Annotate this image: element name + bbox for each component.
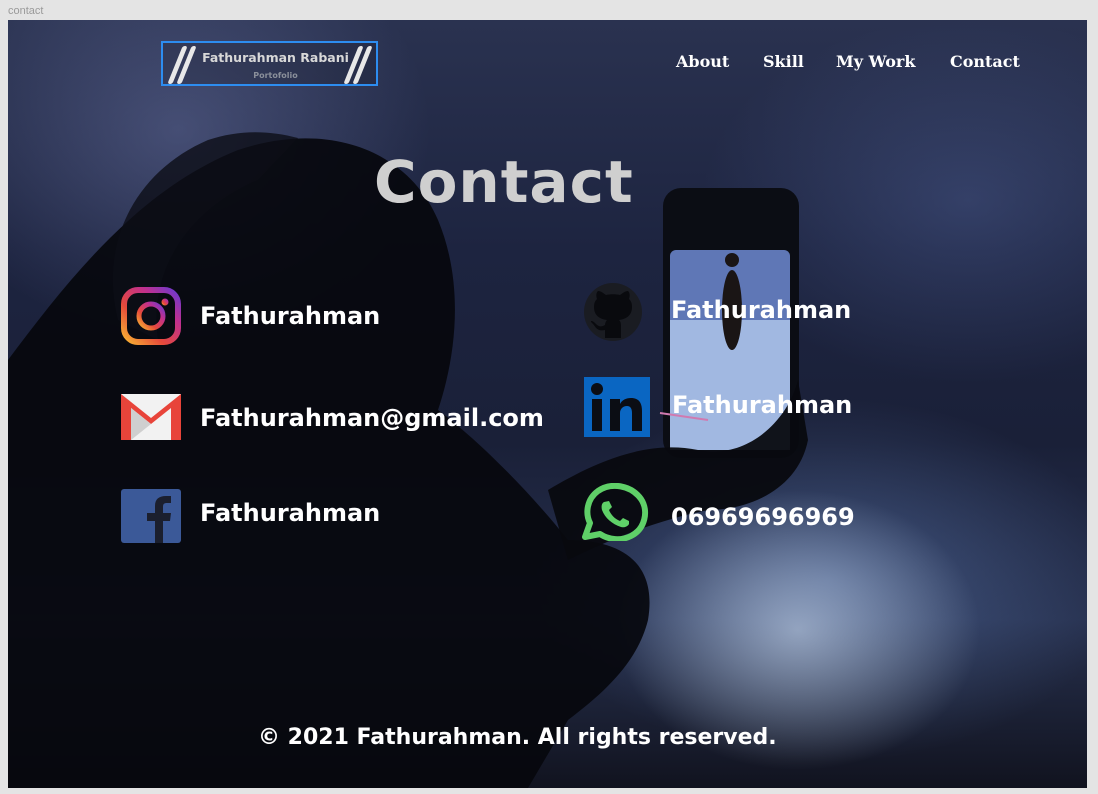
facebook-icon (121, 489, 181, 543)
whatsapp-number: 06969696969 (671, 503, 855, 531)
nav-about[interactable]: About (676, 52, 729, 71)
github-icon (584, 283, 642, 341)
gmail-icon (121, 394, 181, 440)
contact-page: Fathurahman Rabani Portofolio About Skil… (8, 20, 1087, 788)
email-address: Fathurahman@gmail.com (200, 404, 544, 432)
footer-copyright: © 2021 Fathurahman. All rights reserved. (258, 725, 777, 750)
logo-title: Fathurahman Rabani (202, 50, 349, 65)
site-logo[interactable]: Fathurahman Rabani Portofolio (161, 41, 378, 86)
linkedin-icon (584, 377, 650, 437)
whatsapp-icon (582, 483, 649, 541)
frame-label: contact (8, 5, 44, 17)
nav-my-work[interactable]: My Work (836, 52, 915, 71)
logo-subtitle: Portofolio (253, 71, 298, 80)
nav-skill[interactable]: Skill (763, 52, 804, 71)
facebook-handle: Fathurahman (200, 499, 381, 527)
linkedin-handle: Fathurahman (672, 391, 853, 419)
instagram-icon (121, 287, 181, 345)
instagram-handle: Fathurahman (200, 302, 381, 330)
github-handle: Fathurahman (671, 296, 852, 324)
page-title: Contact (374, 148, 634, 216)
nav-contact[interactable]: Contact (950, 52, 1020, 71)
